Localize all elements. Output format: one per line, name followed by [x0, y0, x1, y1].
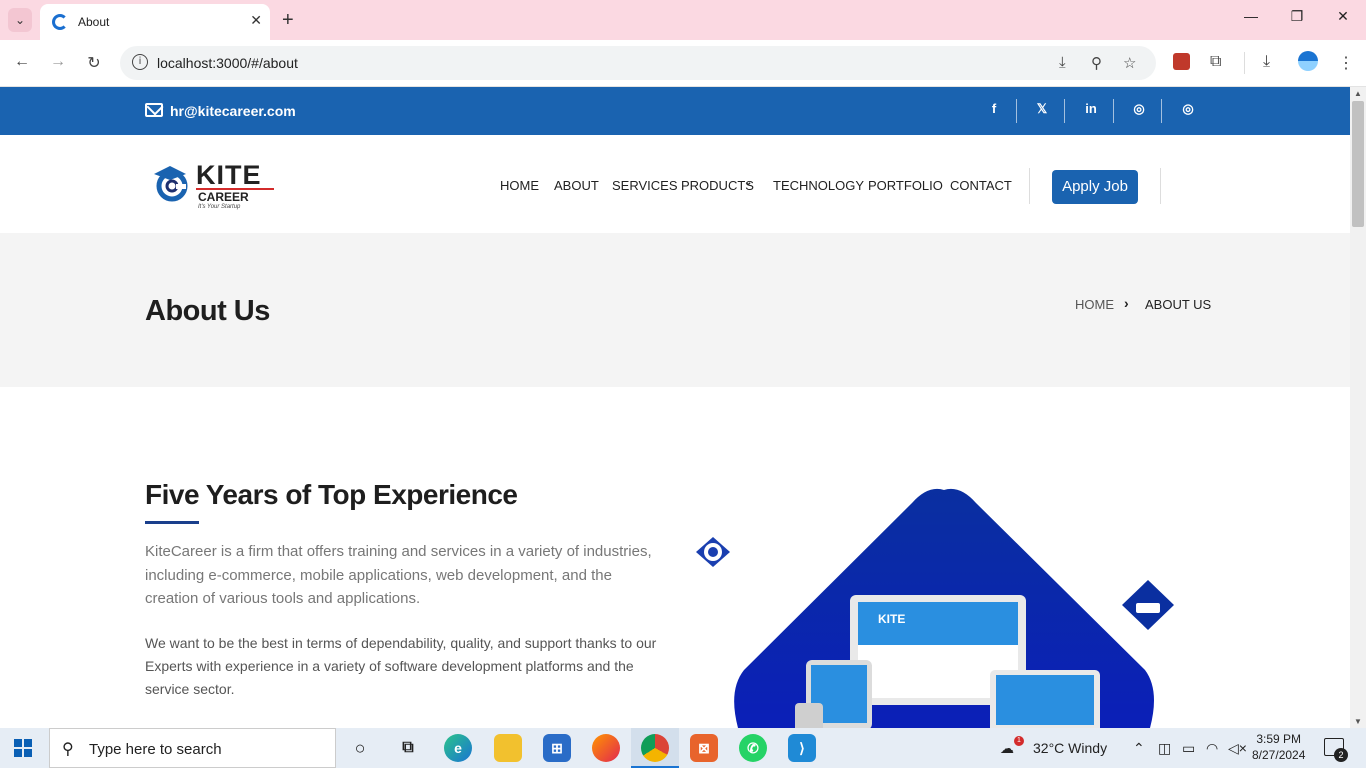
chevron-right-icon: › — [1124, 295, 1129, 311]
task-view-icon[interactable]: ⧉ — [394, 734, 422, 762]
zoom-icon[interactable]: ⚲ — [1091, 54, 1102, 72]
social-divider — [1161, 99, 1162, 123]
new-tab-button[interactable]: + — [282, 8, 294, 32]
nav-contact[interactable]: CONTACT — [950, 178, 1012, 193]
downloads-icon[interactable]: ⤓ — [1263, 53, 1270, 71]
social-divider — [1113, 99, 1114, 123]
nav-portfolio[interactable]: PORTFOLIO — [868, 178, 943, 193]
apply-job-button[interactable]: Apply Job — [1052, 170, 1138, 204]
heading-underline — [145, 521, 199, 524]
social-divider — [1016, 99, 1017, 123]
mission-paragraph: We want to be the best in terms of depen… — [145, 635, 657, 697]
xampp-icon[interactable]: ⊠ — [690, 734, 718, 762]
close-tab-icon[interactable]: ✕ — [250, 12, 262, 29]
devices-illustration: KITE — [696, 488, 1174, 728]
contact-email[interactable]: hr@kitecareer.com — [170, 103, 296, 119]
search-placeholder: Type here to search — [89, 741, 222, 758]
x-twitter-icon[interactable]: 𝕏 — [1031, 101, 1053, 117]
intro-paragraph: KiteCareer is a firm that offers trainin… — [145, 543, 652, 607]
logo-subtitle: CAREER — [198, 190, 249, 204]
extensions-puzzle-icon[interactable]: ⧉ — [1210, 53, 1221, 71]
search-icon: ⚲ — [62, 741, 74, 758]
taskbar-search-box[interactable]: ⚲ Type here to search — [49, 728, 336, 768]
windows-start-icon[interactable] — [14, 739, 32, 757]
page-scrollbar[interactable]: ▲ ▼ — [1350, 87, 1366, 728]
section-heading: Five Years of Top Experience — [145, 479, 518, 510]
browser-tab-bar: ⌄ About ✕ + — ❐ ✕ — [0, 0, 1366, 40]
weather-icon[interactable]: ☁ — [1000, 740, 1014, 757]
wifi-icon[interactable]: ◠ — [1206, 740, 1218, 757]
vscode-icon[interactable]: ⟩ — [788, 734, 816, 762]
nav-services[interactable]: SERVICES — [612, 178, 678, 193]
browser-tab-about[interactable]: About ✕ — [40, 4, 270, 40]
url-text[interactable]: localhost:3000/#/about — [157, 55, 298, 71]
nav-about[interactable]: ABOUT — [554, 178, 599, 193]
microsoft-store-icon[interactable]: ⊞ — [543, 734, 571, 762]
taskbar-clock[interactable]: 3:59 PM 8/27/2024 — [1252, 731, 1305, 763]
cortana-icon[interactable]: ○ — [346, 734, 374, 762]
page-title: About Us — [145, 295, 270, 327]
whatsapp-icon[interactable]: ✆ — [739, 734, 767, 762]
close-window-button[interactable]: ✕ — [1328, 8, 1358, 25]
facebook-icon[interactable]: f — [983, 101, 1005, 116]
weather-badge: 1 — [1014, 736, 1024, 746]
nav-home[interactable]: HOME — [500, 178, 539, 193]
reload-button[interactable]: ↻ — [82, 53, 106, 73]
chevron-down-icon[interactable]: ⌄ — [744, 177, 752, 188]
tray-chevron-up-icon[interactable]: ⌃ — [1133, 740, 1145, 757]
back-button[interactable]: ← — [10, 53, 34, 71]
notification-count: 2 — [1334, 748, 1348, 762]
volume-muted-icon[interactable]: ◁× — [1228, 740, 1247, 757]
site-topbar: hr@kitecareer.com f 𝕏 in ◎ ◎ — [0, 87, 1350, 135]
scroll-down-arrow-icon[interactable]: ▼ — [1354, 717, 1362, 726]
clock-date: 8/27/2024 — [1252, 748, 1306, 762]
windows-taskbar: ⚲ Type here to search ○ ⧉ e ⊞ ⊠ ✆ ⟩ ☁ 1 … — [0, 728, 1366, 768]
firefox-icon[interactable] — [592, 734, 620, 762]
nav-divider — [1029, 168, 1030, 204]
nav-technology[interactable]: TECHNOLOGY — [773, 178, 864, 193]
scroll-thumb[interactable] — [1352, 101, 1364, 227]
linkedin-icon[interactable]: in — [1080, 101, 1102, 116]
restore-button[interactable]: ❐ — [1282, 8, 1312, 25]
chrome-icon[interactable] — [641, 734, 669, 762]
logo-wordmark: KITE — [196, 160, 262, 190]
svg-text:KITE: KITE — [878, 612, 905, 626]
page-title-band: About Us HOME › ABOUT US — [0, 233, 1350, 387]
threads-icon[interactable]: ◎ — [1177, 101, 1199, 117]
menu-kebab-icon[interactable]: ⋮ — [1338, 53, 1354, 73]
kite-logo-icon — [154, 166, 188, 202]
extension-icon[interactable] — [1173, 53, 1190, 70]
profile-avatar[interactable] — [1298, 51, 1318, 71]
nav-divider — [1160, 168, 1161, 204]
edge-icon[interactable]: e — [444, 734, 472, 762]
clock-time: 3:59 PM — [1256, 732, 1302, 746]
kite-favicon-icon — [52, 14, 68, 30]
toolbar-divider — [1244, 52, 1245, 74]
instagram-icon[interactable]: ◎ — [1128, 101, 1150, 117]
install-app-icon[interactable]: ⤓ — [1059, 54, 1066, 71]
site-info-icon[interactable]: i — [132, 54, 148, 70]
logo-tagline: It's Your Startup — [198, 204, 241, 210]
forward-button[interactable]: → — [46, 53, 70, 71]
bookmark-star-icon[interactable]: ☆ — [1123, 54, 1136, 72]
breadcrumb-home[interactable]: HOME — [1075, 297, 1114, 312]
site-header: KITE CAREER It's Your Startup HOME ABOUT… — [0, 135, 1350, 233]
file-explorer-icon[interactable] — [494, 734, 522, 762]
kite-career-logo[interactable]: KITE CAREER It's Your Startup — [148, 160, 278, 210]
meet-now-icon[interactable]: ◫ — [1158, 740, 1171, 757]
scroll-up-arrow-icon[interactable]: ▲ — [1354, 89, 1362, 98]
tab-title: About — [78, 15, 110, 29]
minimize-button[interactable]: — — [1236, 8, 1266, 24]
weather-text[interactable]: 32°C Windy — [1033, 740, 1107, 756]
breadcrumb-current: ABOUT US — [1145, 297, 1212, 312]
envelope-icon — [145, 103, 163, 117]
nav-products[interactable]: PRODUCTS — [681, 178, 754, 193]
battery-icon[interactable]: ▭ — [1182, 740, 1195, 757]
browser-toolbar: ← → ↻ i localhost:3000/#/about ⤓ ⚲ ☆ ⧉ ⤓… — [0, 40, 1366, 87]
social-divider — [1064, 99, 1065, 123]
tab-search-button[interactable]: ⌄ — [8, 8, 32, 32]
address-bar[interactable]: i localhost:3000/#/about ⤓ ⚲ ☆ — [120, 46, 1156, 80]
